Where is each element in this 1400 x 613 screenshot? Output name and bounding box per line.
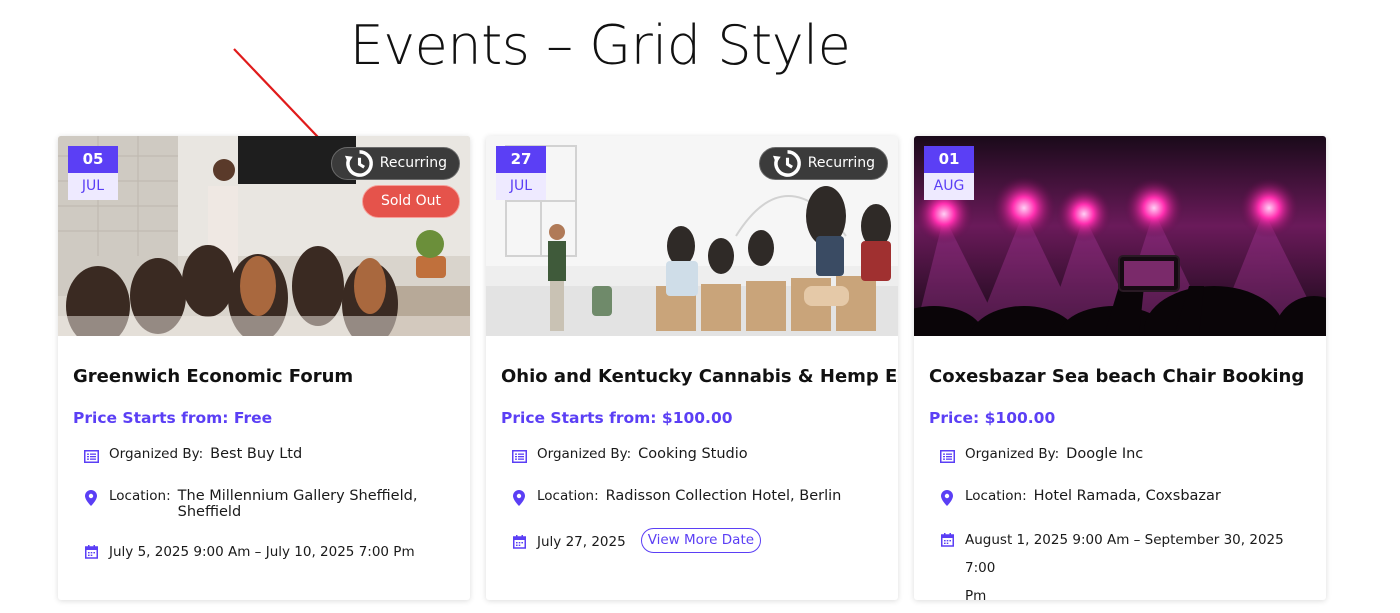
date-day: 05: [68, 146, 118, 173]
map-pin-icon: [939, 488, 955, 508]
location-value: The Millennium Gallery Sheffield, Sheffi…: [177, 488, 418, 520]
organizer-label: Organized By:: [965, 446, 1060, 462]
price-label: Price:: [929, 409, 980, 427]
date-day: 27: [496, 146, 546, 173]
event-date: August 1, 2025 9:00 Am – September 30, 2…: [965, 526, 1311, 600]
organizer-value: Cooking Studio: [638, 446, 748, 462]
location-label: Location:: [537, 488, 599, 504]
date-month: JUL: [68, 173, 118, 200]
event-title[interactable]: Greenwich Economic Forum: [73, 366, 455, 390]
event-date-line1: August 1, 2025 9:00 Am – September 30, 2…: [965, 532, 1284, 576]
event-image[interactable]: 27 JUL Recurring: [486, 136, 898, 336]
recurring-label: Recurring: [807, 155, 875, 171]
page-title: Events – Grid Style: [349, 14, 851, 77]
price-amount: $100.00: [661, 409, 733, 427]
list-icon: [83, 446, 99, 466]
event-image[interactable]: 01 AUG: [914, 136, 1326, 336]
location-label: Location:: [109, 488, 171, 504]
list-icon: [939, 446, 955, 466]
date-badge: 01 AUG: [924, 146, 974, 200]
location-label: Location:: [965, 488, 1027, 504]
view-more-date-button[interactable]: View More Date: [640, 528, 762, 553]
sold-out-label: Sold Out: [380, 193, 442, 209]
event-price: Price Starts from: Free: [73, 409, 455, 431]
sold-out-badge: Sold Out: [362, 185, 460, 218]
history-icon: [772, 150, 801, 177]
location-value: Radisson Collection Hotel, Berlin: [605, 488, 842, 504]
event-date-line2: Pm: [965, 588, 987, 600]
date-month: JUL: [496, 173, 546, 200]
event-title[interactable]: Ohio and Kentucky Cannabis & Hemp Expo: [501, 366, 898, 390]
event-card[interactable]: 01 AUG Coxesbazar Sea beach Chair Bookin…: [914, 136, 1326, 600]
event-price: Price: $100.00: [929, 409, 1311, 431]
date-month: AUG: [924, 173, 974, 200]
list-icon: [511, 446, 527, 466]
recurring-badge: Recurring: [758, 147, 888, 180]
price-amount: $100.00: [984, 409, 1056, 427]
price-label: Price Starts from:: [73, 409, 229, 427]
price-amount: Free: [233, 409, 273, 427]
event-card[interactable]: 05 JUL Recurring Sold Out Greenwich Econ…: [58, 136, 470, 600]
event-date: July 27, 2025: [537, 533, 626, 550]
date-day: 01: [924, 146, 974, 173]
calendar-icon: [83, 542, 99, 562]
map-pin-icon: [511, 488, 527, 508]
event-date: July 5, 2025 9:00 Am – July 10, 2025 7:0…: [109, 544, 415, 560]
location-value: Hotel Ramada, Coxsbazar: [1033, 488, 1221, 504]
date-badge: 27 JUL: [496, 146, 546, 200]
price-label: Price Starts from:: [501, 409, 657, 427]
event-title[interactable]: Coxesbazar Sea beach Chair Booking: [929, 366, 1311, 390]
organizer-value: Doogle Inc: [1066, 446, 1144, 462]
concert-lights-image: [914, 136, 1326, 336]
calendar-icon: [939, 530, 955, 550]
recurring-badge: Recurring: [330, 147, 460, 180]
map-pin-icon: [83, 488, 99, 508]
event-price: Price Starts from: $100.00: [501, 409, 883, 431]
organizer-label: Organized By:: [537, 446, 632, 462]
event-card[interactable]: 27 JUL Recurring Ohio and Kentucky Canna…: [486, 136, 898, 600]
history-icon: [344, 150, 373, 177]
organizer-label: Organized By:: [109, 446, 204, 462]
calendar-icon: [511, 532, 527, 552]
organizer-value: Best Buy Ltd: [210, 446, 303, 462]
recurring-label: Recurring: [379, 155, 447, 171]
event-image[interactable]: 05 JUL Recurring Sold Out: [58, 136, 470, 336]
date-badge: 05 JUL: [68, 146, 118, 200]
